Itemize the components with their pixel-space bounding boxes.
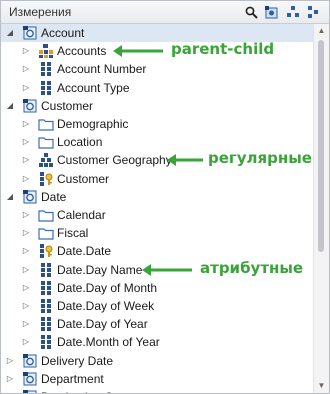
collapse-arrow-icon[interactable]: ◢ [5,188,15,206]
dimension-node[interactable]: ▷ Delivery Date [1,352,313,370]
tree-item[interactable]: ▷ Date.Month of Year [1,333,313,351]
tree-item-label: Destination Currency [41,388,153,393]
dimension-icon [22,25,38,41]
key-attribute-icon [38,243,54,259]
tree-item[interactable]: ▷ Fiscal [1,224,313,242]
expand-arrow-icon[interactable]: ▷ [21,115,31,133]
expand-arrow-icon[interactable]: ▷ [21,79,31,97]
tree-item[interactable]: ▷ Customer [1,170,313,188]
tree-item-label: Date [41,189,67,204]
tree-item-label: Customer [57,171,110,186]
attribute-icon [38,334,54,350]
panel-title: Измерения [9,5,72,19]
attribute-icon [38,262,54,278]
panel-header: Измерения [1,1,329,24]
search-icon[interactable] [243,4,259,20]
annotation-label: атрибутные [200,258,304,277]
dimension-icon [22,353,38,369]
dimension-node[interactable]: ▷ Department [1,370,313,388]
tree-item[interactable]: ▷ Date.Day of Week [1,297,313,315]
expand-arrow-icon[interactable]: ▷ [21,151,31,169]
annotation-arrow-icon [113,44,163,58]
dimensions-panel: Измерения ◢ Account ▷ Accounts ▷ Account Numb… [0,0,330,394]
expand-arrow-icon[interactable]: ▷ [21,297,31,315]
folder-icon [38,225,54,241]
folder-icon [38,134,54,150]
tree-item-label: Customer Geography [57,153,172,168]
dimension-icon [22,98,38,114]
tree-item-label: Date.Day of Month [57,280,158,295]
expand-arrow-icon[interactable]: ▷ [21,333,31,351]
tree-item-label: Date.Date [57,244,112,259]
expand-arrow-icon[interactable]: ▷ [21,242,31,260]
tree-item-label: Account [41,26,85,40]
dimension-tree[interactable]: ◢ Account ▷ Accounts ▷ Account Number ▷ Account… [1,24,313,393]
scrollbar-thumb[interactable] [318,40,324,252]
attribute-icon [38,316,54,332]
collapse-arrow-icon[interactable]: ◢ [5,24,15,42]
tree-item-label: Date.Month of Year [57,335,160,350]
attribute-icon [38,80,54,96]
tree-item-label: Account Number [57,62,147,77]
expand-arrow-icon[interactable]: ▷ [21,133,31,151]
vertical-scrollbar[interactable]: ▲ ▼ [313,24,329,393]
annotation-arrow-icon [167,153,203,167]
dimension-icon [22,189,38,205]
collapse-arrow-icon[interactable]: ◢ [5,97,15,115]
dimension-icon [22,371,38,387]
tree-item[interactable]: ▷ Demographic [1,115,313,133]
filter-dimension-icon[interactable] [263,4,279,20]
tree-item-label: Demographic [57,117,129,131]
tree-item-label: Delivery Date [41,353,114,368]
expand-arrow-icon[interactable]: ▷ [5,352,15,370]
attribute-icon [38,298,54,314]
tree-item-label: Department [41,371,104,386]
expand-arrow-icon[interactable]: ▷ [21,170,31,188]
tree-item[interactable]: ▷ Account Type [1,79,313,97]
tree-item[interactable]: ▷ Calendar [1,206,313,224]
attribute-icon [38,61,54,77]
key-attribute-icon [38,171,54,187]
tree-item-label: Fiscal [57,226,89,241]
expand-arrow-icon[interactable]: ▷ [21,206,31,224]
expand-arrow-icon[interactable]: ▷ [21,261,31,279]
scroll-down-icon[interactable]: ▼ [314,379,329,393]
tree-item-label: Date.Day Name [57,262,143,277]
expand-arrow-icon[interactable]: ▷ [21,224,31,242]
dimension-node[interactable]: ◢ Date [1,188,313,206]
annotation-label: регулярные [208,149,312,168]
expand-arrow-icon[interactable]: ▷ [21,42,31,60]
tree-item[interactable]: ▷ Date.Day of Month [1,279,313,297]
expand-arrow-icon[interactable]: ▷ [21,60,31,78]
tree-item-label: Accounts [57,44,107,59]
dimension-icon [22,389,38,393]
folder-icon [38,116,54,132]
dimension-node[interactable]: ◢ Customer [1,97,313,115]
hierarchy-icon[interactable] [285,4,301,20]
folder-icon [38,207,54,223]
expand-arrow-icon[interactable]: ▷ [21,279,31,297]
tree-item-label: Date.Day of Year [57,317,148,332]
expand-arrow-icon[interactable]: ▷ [21,315,31,333]
annotation-label: parent-child [171,40,275,59]
tree-item-label: Calendar [57,208,106,222]
expand-arrow-icon[interactable]: ▷ [5,370,15,388]
parent-child-hierarchy-icon [38,43,54,59]
tree-item-label: Date.Day of Week [57,299,155,313]
annotation-arrow-icon [142,263,192,277]
scroll-up-icon[interactable]: ▲ [314,24,329,38]
tree-item-label: Account Type [57,80,130,95]
attribute-icon [38,280,54,296]
dimension-node[interactable]: ▷ Destination Currency [1,388,313,393]
regular-hierarchy-icon [38,152,54,168]
attributes-icon[interactable] [305,4,321,20]
tree-item-label: Customer [41,98,94,113]
tree-item[interactable]: ▷ Date.Day of Year [1,315,313,333]
tree-item-label: Location [57,135,103,150]
expand-arrow-icon[interactable]: ▷ [5,388,15,393]
tree-item[interactable]: ▷ Account Number [1,60,313,78]
